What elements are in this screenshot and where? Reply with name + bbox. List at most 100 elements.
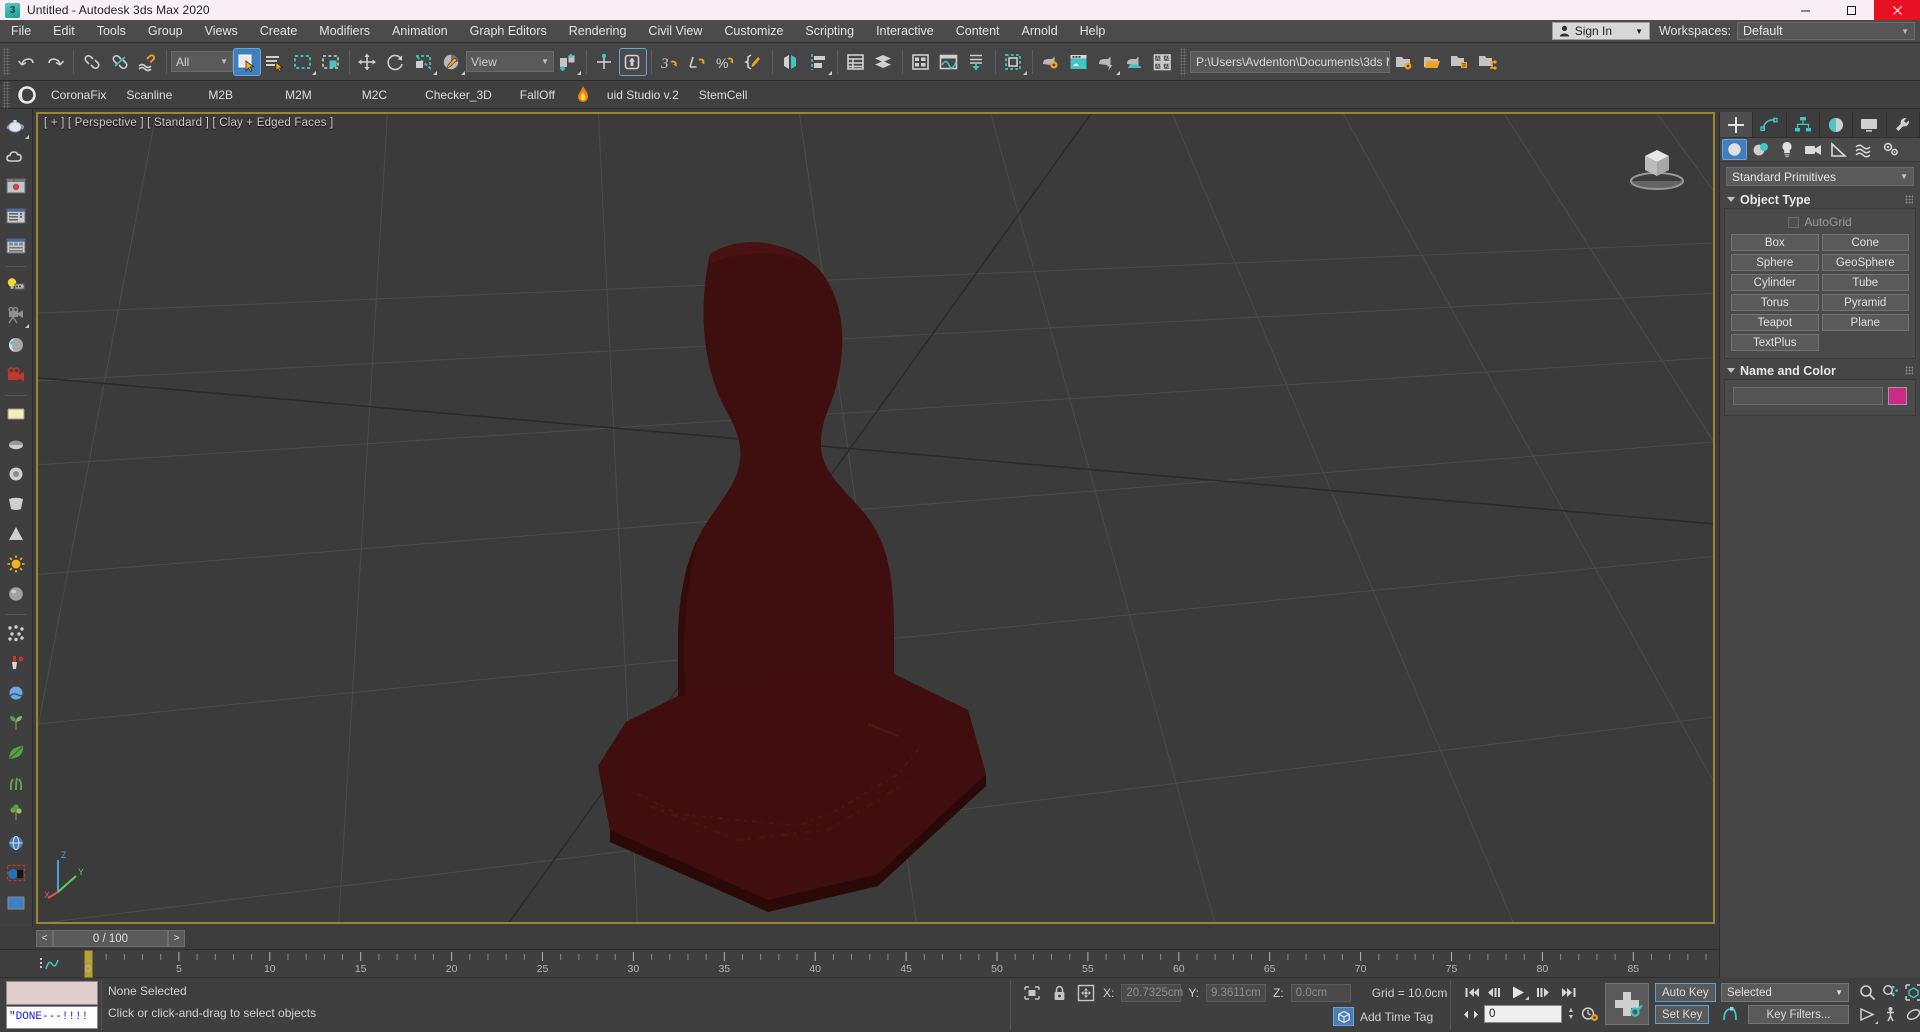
autogrid-row[interactable]: AutoGrid <box>1731 213 1909 234</box>
teapot-object-icon[interactable] <box>3 113 29 139</box>
viewport-label[interactable]: [ + ] [ Perspective ] [ Standard ] [ Cla… <box>44 117 333 129</box>
camera-rig-icon[interactable] <box>3 302 29 328</box>
selection-preview-icon[interactable] <box>3 860 29 886</box>
current-frame-field[interactable]: 0 <box>1484 1005 1562 1023</box>
toolbar-grip[interactable] <box>3 47 10 76</box>
auto-key-button[interactable]: Auto Key <box>1655 983 1716 1002</box>
script-checker3d[interactable]: Checker_3D <box>411 84 506 106</box>
select-and-scale-icon[interactable] <box>410 48 438 76</box>
workspace-select[interactable]: Default ▼ <box>1737 22 1915 40</box>
object-category-dropdown[interactable]: Standard Primitives ▼ <box>1726 167 1914 186</box>
script-m2c[interactable]: M2C <box>338 84 411 106</box>
menu-help[interactable]: Help <box>1069 20 1117 43</box>
previous-frame-icon[interactable] <box>1484 983 1503 1001</box>
time-tag-icon[interactable] <box>1333 1007 1354 1026</box>
percent-snap-toggle-icon[interactable] <box>684 48 712 76</box>
open-file-icon[interactable] <box>1446 48 1474 76</box>
next-frame-icon[interactable] <box>1533 983 1552 1001</box>
cloud-environment-icon[interactable] <box>3 143 29 169</box>
shapes-icon[interactable] <box>1748 139 1773 160</box>
menu-customize[interactable]: Customize <box>713 20 794 43</box>
torus-button[interactable]: Torus <box>1731 294 1819 311</box>
menu-edit[interactable]: Edit <box>42 20 86 43</box>
viewcube-icon[interactable] <box>1621 132 1693 194</box>
rectangular-selection-region-icon[interactable] <box>289 48 317 76</box>
select-and-link-icon[interactable] <box>78 48 106 76</box>
minimize-button[interactable] <box>1782 0 1828 20</box>
geometry-icon[interactable] <box>1722 139 1747 160</box>
growth-icon[interactable] <box>3 800 29 826</box>
layer-explorer-icon[interactable] <box>842 48 870 76</box>
teapot-button[interactable]: Teapot <box>1731 314 1819 331</box>
script-m2b[interactable]: M2B <box>182 84 259 106</box>
material-sphere-icon[interactable] <box>3 332 29 358</box>
motion-tab[interactable] <box>1820 112 1854 137</box>
angle-snap-toggle-icon[interactable]: 3 <box>656 48 684 76</box>
render-production-icon[interactable] <box>1093 48 1121 76</box>
go-to-start-icon[interactable] <box>1462 983 1481 1001</box>
sign-in-button[interactable]: Sign In ▼ <box>1551 22 1650 40</box>
select-by-name-icon[interactable] <box>261 48 289 76</box>
script-uid-studio[interactable]: uid Studio v.2 <box>597 84 689 106</box>
menu-scripting[interactable]: Scripting <box>794 20 865 43</box>
placement-tool-icon[interactable] <box>438 48 466 76</box>
y-coordinate-field[interactable]: 9.3611cm <box>1206 984 1267 1002</box>
snaps-toggle-icon[interactable] <box>619 47 647 76</box>
filter-keys-icon[interactable] <box>1721 1005 1741 1024</box>
menu-modifiers[interactable]: Modifiers <box>308 20 381 43</box>
time-configuration-icon[interactable] <box>1580 1005 1600 1023</box>
absolute-relative-transform-icon[interactable] <box>1076 984 1096 1002</box>
vegetation-icon[interactable] <box>3 710 29 736</box>
sphere-gray-icon[interactable] <box>3 581 29 607</box>
sphere-button[interactable]: Sphere <box>1731 254 1819 271</box>
field-of-view-icon[interactable] <box>1856 1004 1879 1025</box>
space-warps-icon[interactable] <box>1852 139 1877 160</box>
script-m2m[interactable]: M2M <box>259 84 338 106</box>
cone-button[interactable]: Cone <box>1821 234 1909 251</box>
use-pivot-point-center-icon[interactable] <box>554 48 582 76</box>
torus-object-icon[interactable] <box>3 491 29 517</box>
render-setup-icon[interactable] <box>1037 48 1065 76</box>
play-animation-icon[interactable] <box>1506 983 1530 1001</box>
script-falloff[interactable]: FallOff <box>506 84 569 106</box>
name-and-color-header[interactable]: Name and Color <box>1724 362 1916 380</box>
select-and-rotate-icon[interactable] <box>382 48 410 76</box>
tube-button[interactable]: Tube <box>1821 274 1909 291</box>
menu-rendering[interactable]: Rendering <box>558 20 638 43</box>
camera-red-icon[interactable] <box>3 362 29 388</box>
object-color-swatch[interactable] <box>1888 387 1907 405</box>
autogrid-checkbox[interactable] <box>1788 216 1800 228</box>
rollout-grip-icon[interactable] <box>1905 195 1913 204</box>
walk-through-icon[interactable] <box>1879 1004 1902 1025</box>
scene-explorer-icon[interactable] <box>870 48 898 76</box>
menu-create[interactable]: Create <box>249 20 309 43</box>
plane-button[interactable]: Plane <box>1821 314 1909 331</box>
box-button[interactable]: Box <box>1731 234 1819 251</box>
textplus-button[interactable]: TextPlus <box>1731 334 1819 351</box>
zoom-all-icon[interactable] <box>1879 982 1902 1003</box>
close-button[interactable] <box>1874 0 1920 20</box>
frame-spinner[interactable]: ▲ ▼ <box>1566 1005 1576 1023</box>
circle-object-icon[interactable] <box>3 461 29 487</box>
flame-icon[interactable] <box>569 81 597 109</box>
utilities-tab[interactable] <box>1887 112 1920 137</box>
curve-editor-icon[interactable] <box>935 48 963 76</box>
select-and-move-icon[interactable] <box>354 48 382 76</box>
menu-file[interactable]: File <box>0 20 42 43</box>
paint-icon[interactable] <box>3 650 29 676</box>
render-in-cloud-icon[interactable] <box>1121 48 1149 76</box>
listener-input-row[interactable] <box>6 981 98 1005</box>
object-type-header[interactable]: Object Type <box>1724 191 1916 209</box>
script-coronafix[interactable]: CoronaFix <box>41 84 116 106</box>
go-to-end-icon[interactable] <box>1559 983 1578 1001</box>
scatter-icon[interactable] <box>3 680 29 706</box>
particles-icon[interactable] <box>3 620 29 646</box>
orbit-icon[interactable] <box>1902 1004 1920 1025</box>
create-tab[interactable] <box>1720 112 1754 137</box>
next-frame-button[interactable]: > <box>168 930 185 947</box>
cameras-icon[interactable] <box>1800 139 1825 160</box>
x-coordinate-field[interactable]: 20.7325cm <box>1121 984 1183 1002</box>
menu-interactive[interactable]: Interactive <box>865 20 945 43</box>
rendered-frame-window-icon[interactable] <box>1065 48 1093 76</box>
cylinder-button[interactable]: Cylinder <box>1731 274 1819 291</box>
